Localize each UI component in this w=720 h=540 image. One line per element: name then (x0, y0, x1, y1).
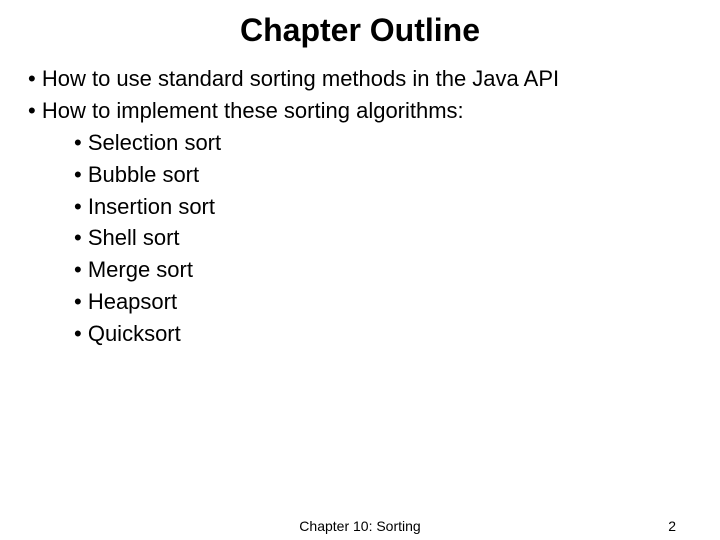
list-item-text: Insertion sort (88, 194, 215, 219)
list-item-text: Selection sort (88, 130, 221, 155)
list-item: Selection sort (70, 127, 696, 159)
list-item-text: Bubble sort (88, 162, 199, 187)
slide: Chapter Outline How to use standard sort… (0, 0, 720, 540)
list-item: How to implement these sorting algorithm… (24, 95, 696, 350)
sub-bullet-list: Selection sort Bubble sort Insertion sor… (70, 127, 696, 350)
list-item-text: How to implement these sorting algorithm… (42, 98, 464, 123)
list-item-text: Shell sort (88, 225, 180, 250)
list-item: Merge sort (70, 254, 696, 286)
list-item-text: Heapsort (88, 289, 177, 314)
list-item-text: Quicksort (88, 321, 181, 346)
slide-body: How to use standard sorting methods in t… (24, 63, 696, 350)
slide-title: Chapter Outline (24, 12, 696, 49)
list-item: Bubble sort (70, 159, 696, 191)
list-item: Insertion sort (70, 191, 696, 223)
list-item: Quicksort (70, 318, 696, 350)
list-item: Heapsort (70, 286, 696, 318)
list-item-text: How to use standard sorting methods in t… (42, 66, 559, 91)
bullet-list: How to use standard sorting methods in t… (24, 63, 696, 350)
list-item: Shell sort (70, 222, 696, 254)
footer-page-number: 2 (668, 518, 676, 534)
list-item-text: Merge sort (88, 257, 193, 282)
list-item: How to use standard sorting methods in t… (24, 63, 696, 95)
footer-chapter-label: Chapter 10: Sorting (299, 518, 420, 534)
